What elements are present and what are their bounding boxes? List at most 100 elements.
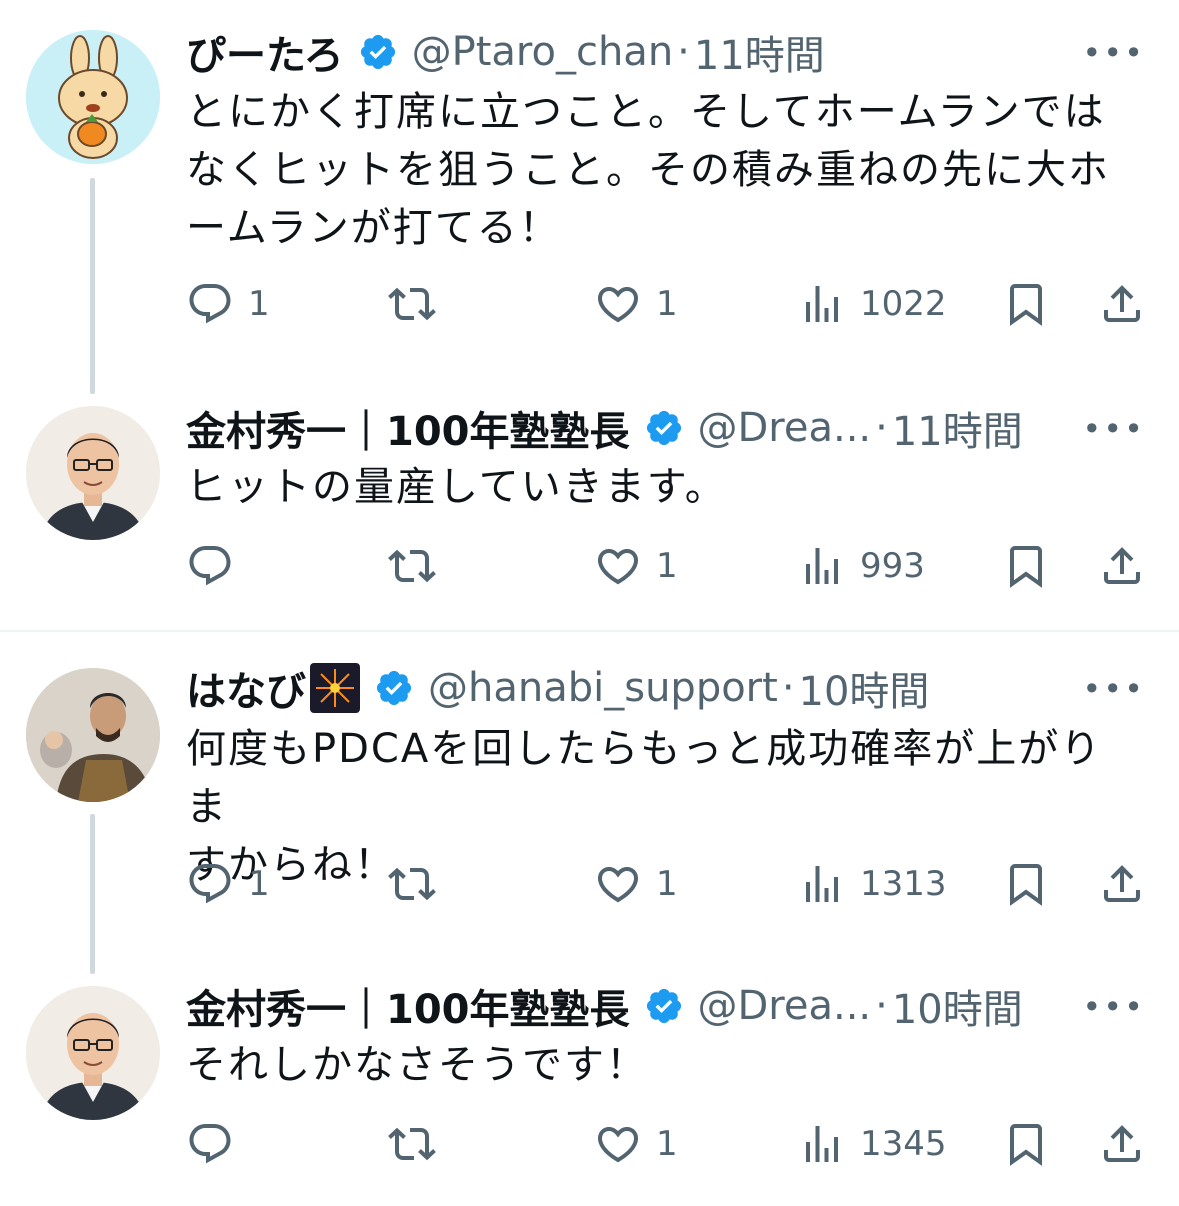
reply-icon	[189, 284, 231, 324]
verified-badge-icon	[358, 32, 398, 72]
rabbit-avatar-icon[interactable]	[26, 30, 160, 164]
bookmark-icon	[1010, 864, 1042, 906]
action-bar: 1 993	[186, 536, 1146, 596]
conversation-divider	[0, 630, 1179, 632]
retweet-icon	[388, 287, 436, 321]
reply-button[interactable]	[186, 1114, 248, 1174]
views-icon	[806, 1126, 838, 1162]
separator-dot: ·	[677, 29, 690, 75]
bookmark-button[interactable]	[1002, 854, 1050, 914]
like-button[interactable]: 1	[594, 1114, 678, 1174]
more-options-icon[interactable]: •••	[1082, 670, 1145, 708]
tweet-header: 金村秀一｜100年塾塾長 @Drea... · 11時間	[186, 398, 1153, 458]
separator-dot: ·	[875, 983, 888, 1029]
display-name[interactable]: ぴーたろ	[186, 23, 344, 81]
action-bar: 1 1 1022	[186, 274, 1146, 334]
verified-badge-icon	[644, 408, 684, 448]
handle[interactable]: @Drea...	[698, 405, 872, 451]
share-button[interactable]	[1098, 274, 1146, 334]
like-count: 1	[656, 1124, 678, 1164]
retweet-icon	[388, 549, 436, 583]
views-button[interactable]: 993	[798, 536, 925, 596]
share-button[interactable]	[1098, 536, 1146, 596]
more-options-icon[interactable]: •••	[1082, 34, 1145, 72]
views-icon	[806, 548, 838, 584]
separator-dot: ·	[781, 665, 795, 711]
verified-badge-icon	[644, 986, 684, 1026]
heart-icon	[597, 287, 639, 323]
display-name[interactable]: 金村秀一｜100年塾塾長	[186, 977, 630, 1035]
views-icon	[806, 866, 838, 902]
view-count: 1022	[860, 284, 947, 324]
like-button[interactable]: 1	[594, 854, 678, 914]
more-options-icon[interactable]: •••	[1082, 988, 1145, 1026]
more-options-icon[interactable]: •••	[1082, 410, 1145, 448]
bookmark-button[interactable]	[1002, 274, 1050, 334]
tweet-header: ぴーたろ @Ptaro_chan · 11時間	[186, 22, 1153, 82]
like-count: 1	[656, 864, 678, 904]
handle[interactable]: @Ptaro_chan	[412, 29, 674, 75]
retweet-icon	[388, 1127, 436, 1161]
like-button[interactable]: 1	[594, 536, 678, 596]
view-count: 1313	[860, 864, 947, 904]
tweet-text: それしかなさそうです！	[186, 1042, 648, 1088]
views-icon	[806, 286, 838, 322]
reply-button[interactable]: 1	[186, 854, 270, 914]
share-icon	[1104, 865, 1140, 902]
timestamp[interactable]: 10時間	[799, 659, 930, 717]
heart-icon	[597, 867, 639, 903]
reply-icon	[189, 1124, 231, 1164]
bookmark-icon	[1010, 546, 1042, 588]
share-button[interactable]	[1098, 1114, 1146, 1174]
timestamp[interactable]: 11時間	[892, 399, 1023, 457]
share-icon	[1104, 285, 1140, 322]
tweet-text: とにかく打席に立つこと。そしてホームランでは なくヒットを狙うこと。その積み重ね…	[186, 89, 1110, 251]
tweet[interactable]: 金村秀一｜100年塾塾長 @Drea... · 10時間 ••• それしかなさそ…	[0, 970, 1179, 1206]
share-icon	[1104, 547, 1140, 584]
man-glasses-avatar-icon[interactable]	[26, 986, 160, 1120]
view-count: 993	[860, 546, 925, 586]
retweet-icon	[388, 867, 436, 901]
bookmark-icon	[1010, 1124, 1042, 1166]
separator-dot: ·	[875, 405, 888, 451]
samurai-avatar-icon[interactable]	[26, 668, 160, 802]
timestamp[interactable]: 11時間	[694, 23, 825, 81]
tweet[interactable]: 金村秀一｜100年塾塾長 @Drea... · 11時間 ••• ヒットの量産し…	[0, 390, 1179, 632]
action-bar: 1 1 1313	[186, 854, 1146, 914]
views-button[interactable]: 1022	[798, 274, 947, 334]
retweet-button[interactable]	[388, 854, 450, 914]
tweet-header: 金村秀一｜100年塾塾長 @Drea... · 10時間	[186, 976, 1153, 1036]
retweet-button[interactable]	[388, 536, 450, 596]
views-button[interactable]: 1313	[798, 854, 947, 914]
thread-line	[90, 814, 95, 974]
fireworks-icon	[310, 663, 360, 713]
bookmark-button[interactable]	[1002, 536, 1050, 596]
tweet[interactable]: はなび @hanabi_support · 10時間 ••• 何度もPDCAを回…	[0, 640, 1179, 974]
retweet-button[interactable]	[388, 274, 450, 334]
reply-count: 1	[248, 284, 270, 324]
timestamp[interactable]: 10時間	[892, 977, 1023, 1035]
handle[interactable]: @hanabi_support	[428, 665, 778, 711]
bookmark-button[interactable]	[1002, 1114, 1050, 1174]
heart-icon	[597, 1127, 639, 1163]
display-name[interactable]: はなび	[186, 659, 306, 717]
verified-badge-icon	[374, 668, 414, 708]
man-glasses-avatar-icon[interactable]	[26, 406, 160, 540]
reply-button[interactable]: 1	[186, 274, 270, 334]
reply-icon	[189, 546, 231, 586]
retweet-button[interactable]	[388, 1114, 450, 1174]
reply-icon	[189, 864, 231, 904]
tweet-header: はなび @hanabi_support · 10時間	[186, 658, 1153, 718]
display-name[interactable]: 金村秀一｜100年塾塾長	[186, 399, 630, 457]
views-button[interactable]: 1345	[798, 1114, 947, 1174]
like-button[interactable]: 1	[594, 274, 678, 334]
reply-button[interactable]	[186, 536, 248, 596]
tweet-text: ヒットの量産していきます。	[186, 464, 727, 510]
thread-line	[90, 178, 95, 394]
bookmark-icon	[1010, 284, 1042, 326]
like-count: 1	[656, 284, 678, 324]
tweet[interactable]: ぴーたろ @Ptaro_chan · 11時間 ••• とにかく打席に立つこと。…	[0, 0, 1179, 394]
handle[interactable]: @Drea...	[698, 983, 872, 1029]
share-button[interactable]	[1098, 854, 1146, 914]
heart-icon	[597, 549, 639, 585]
